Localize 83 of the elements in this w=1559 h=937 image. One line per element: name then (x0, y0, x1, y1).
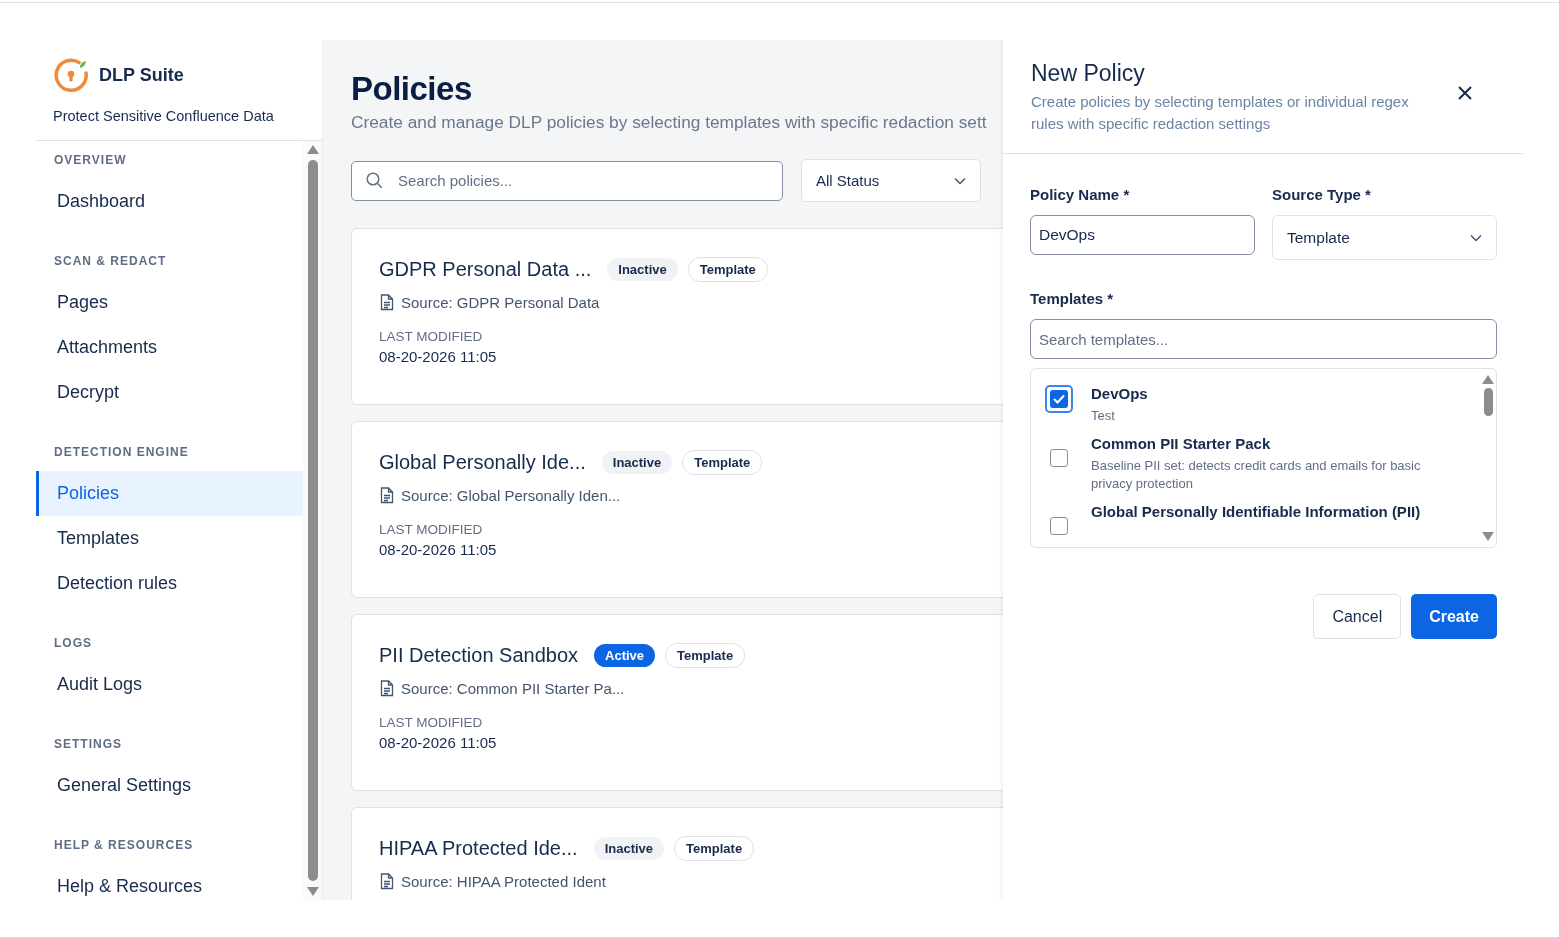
scroll-up-icon[interactable] (306, 145, 319, 154)
source-type-dropdown[interactable]: Template (1272, 215, 1497, 260)
nav-item[interactable]: Pages (36, 280, 303, 325)
nav-item[interactable]: Dashboard (36, 179, 303, 224)
template-description: Test (1091, 407, 1116, 425)
page-subtitle: Create and manage DLP policies by selecting templates with specific redaction sett (351, 112, 988, 133)
policy-name: Global Personally Ide... (379, 451, 586, 474)
policy-name: GDPR Personal Data ... (379, 258, 592, 281)
status-badge: Active (594, 644, 656, 667)
panel-description: Create policies by selecting templates or individual regex rules with specific redaction settings (1031, 92, 1410, 134)
cancel-button[interactable]: Cancel (1313, 594, 1402, 639)
checkmark-icon (1053, 394, 1065, 404)
nav-item[interactable]: Help & Resources (36, 864, 303, 900)
checkbox[interactable] (1045, 385, 1073, 413)
nav-item[interactable]: Policies (36, 471, 303, 516)
template-name: Global Personally Identifiable Information (PII) (1091, 503, 1421, 520)
nav-section-heading: SETTINGS (53, 737, 123, 751)
status-badge: Inactive (607, 258, 678, 281)
search-icon (366, 171, 383, 189)
document-icon (379, 680, 395, 697)
nav-item[interactable]: Audit Logs (36, 662, 303, 707)
nav-section-heading: SCAN & REDACT (53, 254, 168, 268)
nav-section-heading: LOGS (53, 636, 93, 650)
checkbox[interactable] (1050, 517, 1068, 535)
template-name: Common PII Starter Pack (1091, 435, 1272, 452)
panel-title: New Policy (1031, 60, 1146, 87)
modified-label: LAST MODIFIED (379, 715, 484, 730)
chevron-down-icon (954, 176, 966, 185)
page-title: Policies (351, 70, 473, 108)
template-description: Baseline PII set: detects credit cards and emails for basic privacy protection (1091, 457, 1422, 493)
nav-item[interactable]: General Settings (36, 763, 303, 808)
document-icon (379, 487, 395, 504)
policy-source: Source: Global Personally Iden... (401, 487, 621, 504)
modified-label: LAST MODIFIED (379, 329, 484, 344)
policy-source: Source: Common PII Starter Pa... (401, 680, 625, 697)
nav-section-heading: DETECTION ENGINE (53, 445, 190, 459)
status-dropdown[interactable]: All Status (801, 159, 981, 202)
nav-item[interactable]: Decrypt (36, 370, 303, 415)
logo-icon (53, 56, 91, 94)
type-badge: Template (665, 643, 746, 668)
policy-source: Source: HIPAA Protected Ident (401, 873, 606, 890)
nav-section-heading: HELP & RESOURCES (53, 838, 195, 852)
nav-item[interactable]: Detection rules (36, 561, 303, 606)
policy-name-field[interactable]: DevOps (1030, 215, 1255, 255)
close-icon (1458, 86, 1472, 100)
policy-card[interactable]: GDPR Personal Data ... Inactive Template Source: GDPR Personal Data LAST MODIFIED 08-20-2026 11:05 (351, 228, 1003, 405)
app-tagline: Protect Sensitive Confluence Data (53, 108, 275, 124)
policy-card[interactable]: Global Personally Ide... Inactive Template Source: Global Personally Iden... LAST MODIFIED 08-20-2026 11:05 (351, 421, 1003, 598)
template-search-field[interactable]: Search templates... (1030, 319, 1497, 359)
checkbox[interactable] (1050, 449, 1068, 467)
template-name: DevOps (1091, 385, 1149, 402)
scroll-down-icon[interactable] (1482, 532, 1494, 541)
policy-card[interactable]: PII Detection Sandbox Active Template Source: Common PII Starter Pa... LAST MODIFIED 08-20-2026 11:05 (351, 614, 1003, 791)
type-badge: Template (674, 836, 755, 861)
field-label: Policy Name * (1030, 186, 1131, 203)
modified-date: 08-20-2026 11:05 (379, 734, 498, 751)
modified-date: 08-20-2026 11:05 (379, 348, 498, 365)
scrollbar-thumb[interactable] (1483, 388, 1493, 416)
document-icon (379, 873, 395, 890)
modified-label: LAST MODIFIED (379, 522, 484, 537)
type-badge: Template (682, 450, 763, 475)
status-badge: Inactive (601, 451, 673, 474)
scroll-down-icon[interactable] (306, 887, 319, 896)
document-icon (379, 294, 395, 311)
chevron-down-icon (1470, 233, 1482, 242)
policy-card[interactable]: HIPAA Protected Ide... Inactive Template Source: HIPAA Protected Ident (351, 807, 1003, 900)
policy-name: HIPAA Protected Ide... (379, 837, 578, 860)
nav-section-heading: OVERVIEW (53, 153, 128, 167)
field-label: Source Type * (1272, 186, 1372, 203)
modified-date: 08-20-2026 11:05 (379, 541, 498, 558)
nav-item[interactable]: Templates (36, 516, 303, 561)
scroll-up-icon[interactable] (1482, 375, 1494, 384)
create-button[interactable]: Create (1411, 594, 1497, 639)
type-badge: Template (687, 257, 768, 282)
status-badge: Inactive (593, 837, 665, 860)
app-name: DLP Suite (99, 64, 184, 86)
nav-item[interactable]: Attachments (36, 325, 303, 370)
policy-name: PII Detection Sandbox (379, 644, 578, 667)
scrollbar[interactable] (303, 141, 322, 900)
search-field[interactable]: Search policies... (351, 160, 783, 201)
scrollbar-thumb[interactable] (307, 160, 318, 881)
policy-source: Source: GDPR Personal Data (401, 294, 600, 311)
field-label: Templates * (1030, 290, 1115, 307)
